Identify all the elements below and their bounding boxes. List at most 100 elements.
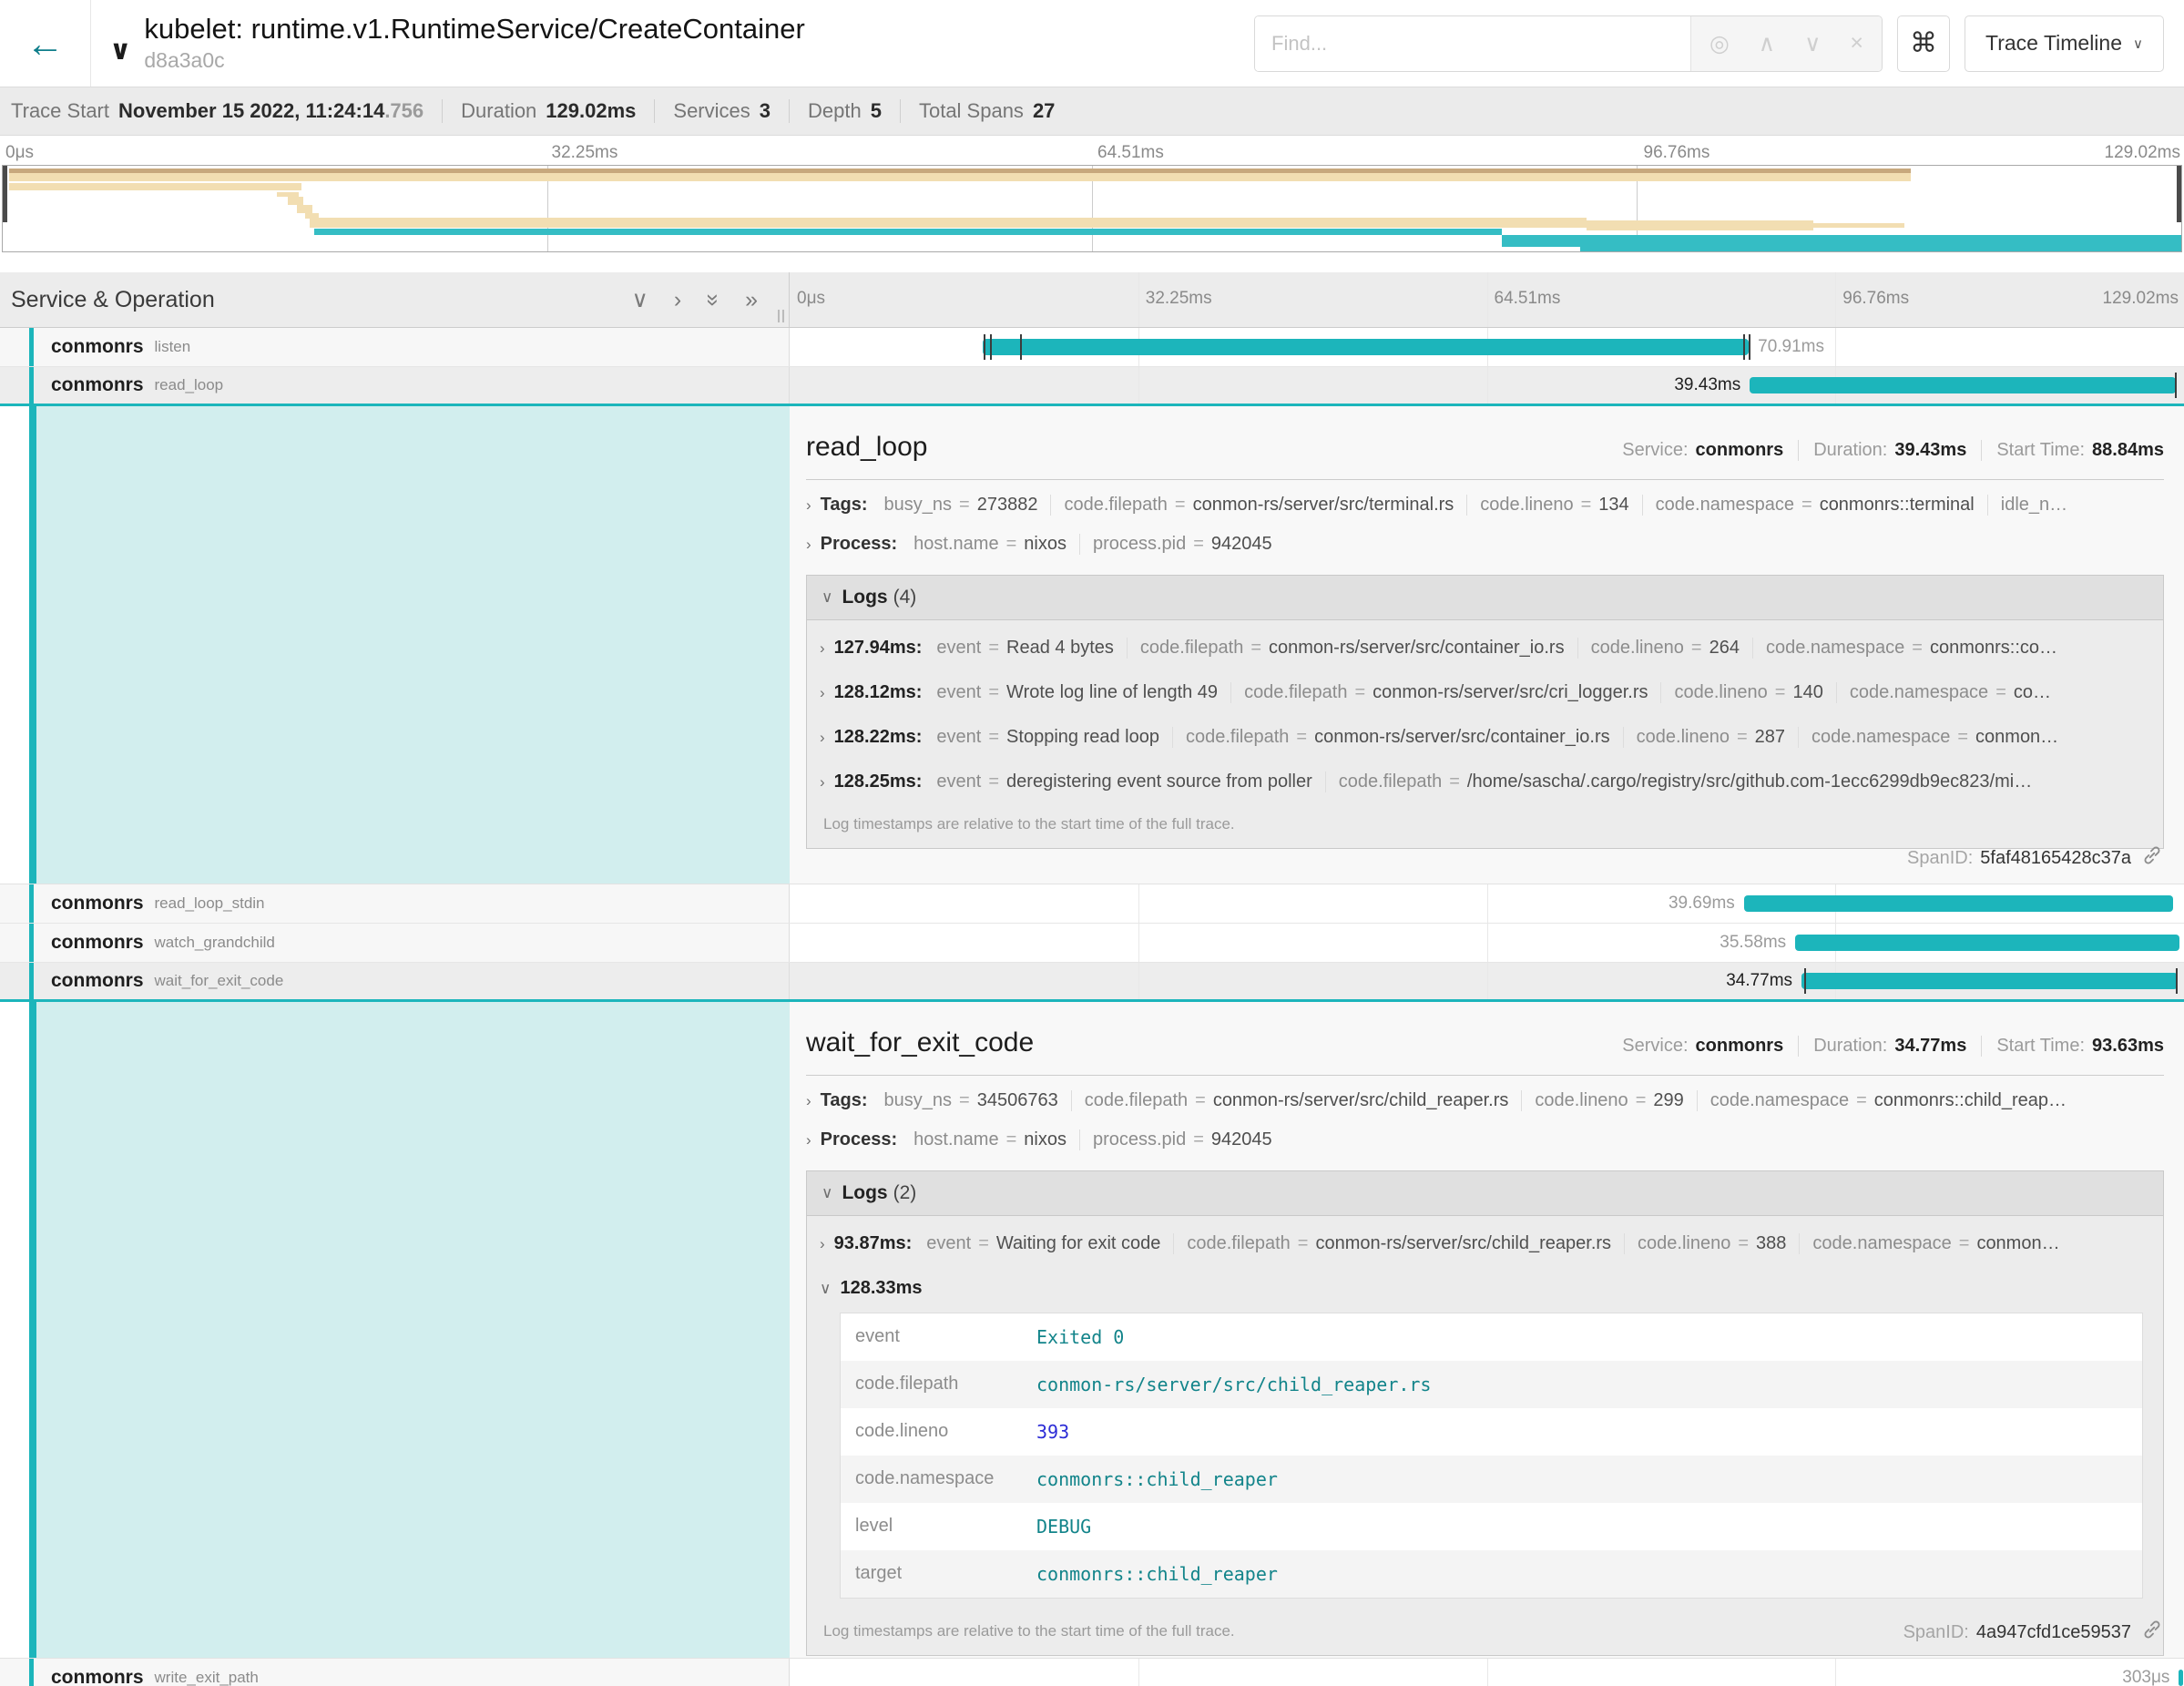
- view-dropdown-label: Trace Timeline: [1985, 31, 2122, 56]
- span-name-cell[interactable]: conmonrsread_loop_stdin: [0, 884, 790, 923]
- clear-search-icon[interactable]: ×: [1850, 30, 1863, 56]
- log-entry[interactable]: ›93.87ms:event=Waiting for exit codecode…: [814, 1221, 2156, 1266]
- minimap-scrubber-left[interactable]: [3, 166, 7, 222]
- tag-field[interactable]: code.namespace=conmonrs::child_reap…: [1697, 1090, 2079, 1111]
- detail-span-title: wait_for_exit_code: [806, 1027, 1034, 1058]
- field-key: code.namespace: [1766, 638, 1904, 659]
- tag-field[interactable]: idle_n…: [1987, 495, 2080, 516]
- span-row-read_loop_stdin[interactable]: conmonrsread_loop_stdin39.69ms: [0, 884, 2184, 924]
- divider: [806, 1075, 2164, 1076]
- match-target-icon[interactable]: ◎: [1709, 30, 1730, 57]
- process-row[interactable]: ›Process:host.name=nixosprocess.pid=9420…: [806, 525, 2164, 564]
- span-timeline-cell[interactable]: 70.91ms: [790, 328, 2184, 366]
- span-timeline-cell[interactable]: 35.58ms: [790, 924, 2184, 962]
- tag-field[interactable]: code.filepath=/home/sascha/.cargo/regist…: [1325, 771, 2045, 792]
- tag-field[interactable]: code.namespace=conmon…: [1798, 727, 2071, 748]
- span-bar[interactable]: [1795, 935, 2179, 951]
- log-kv-row: targetconmonrs::child_reaper: [841, 1550, 2142, 1598]
- tag-field[interactable]: process.pid=942045: [1079, 1129, 1285, 1150]
- tag-field[interactable]: host.name=nixos: [901, 1129, 1079, 1150]
- tag-field[interactable]: code.lineno=388: [1624, 1233, 1799, 1254]
- log-entry[interactable]: ›128.25ms:event=deregistering event sour…: [814, 760, 2156, 804]
- log-entry[interactable]: ∨128.33ms: [814, 1266, 2156, 1311]
- gridline: [1138, 884, 1139, 923]
- logs-header[interactable]: ∨Logs(2): [807, 1171, 2163, 1216]
- process-row[interactable]: ›Process:host.name=nixosprocess.pid=9420…: [806, 1120, 2164, 1160]
- span-timeline-cell[interactable]: 39.43ms: [790, 367, 2184, 404]
- span-name-cell[interactable]: conmonrswrite_exit_path: [0, 1659, 790, 1686]
- tag-field[interactable]: code.lineno=134: [1466, 495, 1641, 516]
- tag-field[interactable]: code.filepath=conmon-rs/server/src/conta…: [1172, 727, 1623, 748]
- span-name-cell[interactable]: conmonrsread_loop: [0, 367, 790, 404]
- span-bar[interactable]: [1801, 973, 2178, 989]
- link-icon[interactable]: [2142, 845, 2162, 871]
- span-bar[interactable]: [983, 339, 1749, 355]
- log-entry[interactable]: ›128.22ms:event=Stopping read loopcode.f…: [814, 715, 2156, 760]
- log-entry[interactable]: ›128.12ms:event=Wrote log line of length…: [814, 670, 2156, 715]
- tags-row[interactable]: ›Tags:busy_ns=273882code.filepath=conmon…: [806, 485, 2164, 525]
- minimap-scrubber-right[interactable]: [2177, 166, 2181, 222]
- tag-field[interactable]: code.namespace=conmon…: [1799, 1233, 2072, 1254]
- next-match-icon[interactable]: ∨: [1804, 30, 1821, 57]
- tag-field[interactable]: process.pid=942045: [1079, 534, 1285, 555]
- view-dropdown-button[interactable]: Trace Timeline ∨: [1965, 15, 2164, 72]
- tag-field[interactable]: code.filepath=conmon-rs/server/src/cri_l…: [1230, 682, 1660, 703]
- detail-meta-item: Service:conmonrs: [1622, 1036, 1783, 1057]
- minimap-canvas[interactable]: [2, 165, 2182, 252]
- detail-indent-area: [0, 1002, 790, 1658]
- expand-one-icon[interactable]: ›: [674, 289, 681, 312]
- tag-field[interactable]: code.namespace=conmonrs::co…: [1752, 638, 2070, 659]
- span-name-cell[interactable]: conmonrslisten: [0, 328, 790, 366]
- logs-body: ›93.87ms:event=Waiting for exit codecode…: [807, 1216, 2163, 1655]
- span-row-watch_grandchild[interactable]: conmonrswatch_grandchild35.58ms: [0, 924, 2184, 963]
- field-value: 388: [1756, 1233, 1786, 1254]
- tag-field[interactable]: code.lineno=264: [1577, 638, 1752, 659]
- tags-row[interactable]: ›Tags:busy_ns=34506763code.filepath=conm…: [806, 1081, 2164, 1120]
- tag-field[interactable]: event=Wrote log line of length 49: [924, 682, 1230, 703]
- span-row-wait_for_exit_code[interactable]: conmonrswait_for_exit_code34.77ms: [0, 963, 2184, 1002]
- tag-field[interactable]: busy_ns=273882: [872, 495, 1051, 516]
- tag-field[interactable]: code.filepath=conmon-rs/server/src/termi…: [1050, 495, 1466, 516]
- collapse-all-icon[interactable]: »: [702, 293, 725, 306]
- span-bar[interactable]: [2179, 1670, 2183, 1686]
- span-row-listen[interactable]: conmonrslisten70.91ms: [0, 328, 2184, 367]
- equals-sign: =: [988, 727, 999, 748]
- tag-field[interactable]: code.filepath=conmon-rs/server/src/child…: [1173, 1233, 1624, 1254]
- tag-field[interactable]: code.lineno=140: [1660, 682, 1835, 703]
- span-id-value: 4a947cfd1ce59537: [1976, 1622, 2131, 1643]
- tag-field[interactable]: event=Waiting for exit code: [913, 1233, 1173, 1254]
- expand-all-icon[interactable]: »: [745, 289, 758, 312]
- back-button[interactable]: ←: [0, 0, 91, 87]
- logs-header[interactable]: ∨Logs(4): [807, 576, 2163, 620]
- collapse-trace-header-icon[interactable]: ∨: [109, 35, 131, 66]
- span-bar[interactable]: [1750, 377, 2176, 393]
- tag-field[interactable]: code.filepath=conmon-rs/server/src/child…: [1071, 1090, 1522, 1111]
- tag-field[interactable]: code.filepath=conmon-rs/server/src/conta…: [1127, 638, 1577, 659]
- gridline: [1487, 1659, 1488, 1686]
- tag-field[interactable]: code.namespace=co…: [1836, 682, 2064, 703]
- tag-field[interactable]: host.name=nixos: [901, 534, 1079, 555]
- previous-match-icon[interactable]: ∧: [1759, 30, 1775, 57]
- span-row-read_loop[interactable]: conmonrsread_loop39.43ms: [0, 367, 2184, 406]
- tag-field[interactable]: event=Stopping read loop: [924, 727, 1172, 748]
- tag-field[interactable]: code.lineno=287: [1623, 727, 1798, 748]
- collapse-one-icon[interactable]: ∨: [632, 289, 648, 312]
- log-entry[interactable]: ›127.94ms:event=Read 4 bytescode.filepat…: [814, 626, 2156, 670]
- find-input[interactable]: [1255, 16, 1690, 71]
- tag-field[interactable]: event=Read 4 bytes: [924, 638, 1126, 659]
- keyboard-shortcuts-button[interactable]: ⌘: [1897, 15, 1950, 72]
- tag-field[interactable]: code.namespace=conmonrs::terminal: [1642, 495, 1987, 516]
- equals-sign: =: [1775, 682, 1786, 703]
- link-icon[interactable]: [2142, 1620, 2162, 1645]
- span-name-cell[interactable]: conmonrswait_for_exit_code: [0, 963, 790, 999]
- span-row-write_exit_path[interactable]: conmonrswrite_exit_path303μs: [0, 1659, 2184, 1686]
- span-timeline-cell[interactable]: 303μs: [790, 1659, 2184, 1686]
- tag-field[interactable]: busy_ns=34506763: [872, 1090, 1071, 1111]
- span-timeline-cell[interactable]: 39.69ms: [790, 884, 2184, 923]
- span-name-cell[interactable]: conmonrswatch_grandchild: [0, 924, 790, 962]
- span-bar[interactable]: [1744, 895, 2173, 912]
- tag-field[interactable]: event=deregistering event source from po…: [924, 771, 1324, 792]
- column-resizer-handle[interactable]: [778, 310, 784, 322]
- tag-field[interactable]: code.lineno=299: [1521, 1090, 1696, 1111]
- span-timeline-cell[interactable]: 34.77ms: [790, 963, 2184, 999]
